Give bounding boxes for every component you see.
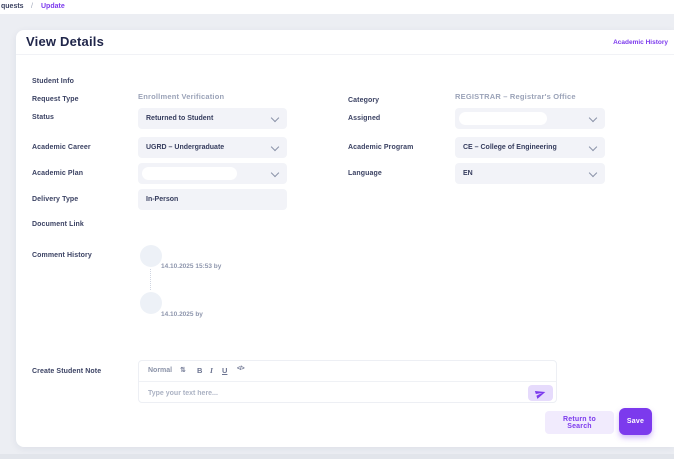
label-assigned: Assigned — [348, 115, 380, 122]
breadcrumb-separator: / — [31, 3, 33, 10]
language-select[interactable]: EN — [455, 163, 605, 184]
delivery-type-value: In-Person — [146, 189, 178, 210]
chevron-down-icon — [589, 169, 597, 177]
label-academic-program: Academic Program — [348, 144, 413, 151]
language-value: EN — [463, 163, 473, 184]
label-academic-career: Academic Career — [32, 144, 91, 151]
label-request-type: Request Type — [32, 96, 79, 103]
comment-timestamp: 14.10.2025 15:53 by — [161, 263, 221, 270]
view-details-card: View Details Academic History Student In… — [16, 30, 674, 447]
italic-button[interactable]: I — [210, 366, 213, 375]
breadcrumb: quests / Update — [0, 0, 674, 14]
save-button[interactable]: Save — [619, 408, 652, 435]
underline-button[interactable]: U — [222, 366, 227, 375]
header-divider — [16, 54, 674, 55]
label-comment-history: Comment History — [32, 252, 92, 259]
page-title: View Details — [26, 34, 104, 49]
avatar — [140, 292, 162, 314]
label-category: Category — [348, 97, 379, 104]
redacted-value — [459, 112, 547, 125]
academic-history-link[interactable]: Academic History — [613, 39, 668, 46]
label-language: Language — [348, 170, 382, 177]
label-create-student-note: Create Student Note — [32, 368, 101, 375]
breadcrumb-trail[interactable]: quests — [1, 3, 24, 10]
chevron-down-icon — [271, 114, 279, 122]
label-delivery-type: Delivery Type — [32, 196, 78, 203]
avatar — [140, 245, 162, 267]
academic-program-value: CE – College of Engineering — [463, 137, 557, 158]
assigned-select[interactable] — [455, 108, 605, 129]
request-type-value: Enrollment Verification — [138, 92, 224, 101]
paper-plane-icon — [534, 386, 548, 400]
editor-toolbar: Normal ⇅ B I U </> — [139, 361, 556, 382]
note-editor: Normal ⇅ B I U </> — [138, 360, 557, 403]
bold-button[interactable]: B — [197, 366, 202, 375]
code-button[interactable]: </> — [237, 366, 244, 372]
chevron-down-icon — [271, 143, 279, 151]
bottom-strip — [0, 454, 674, 459]
category-value: REGISTRAR – Registrar's Office — [455, 92, 576, 101]
chevron-down-icon — [271, 169, 279, 177]
academic-career-value: UGRD – Undergraduate — [146, 137, 224, 158]
label-document-link: Document Link — [32, 221, 84, 228]
comment-timestamp: 14.10.2025 by — [161, 311, 203, 318]
chevron-down-icon — [589, 143, 597, 151]
label-status: Status — [32, 114, 54, 121]
delivery-type-field[interactable]: In-Person — [138, 189, 287, 210]
redacted-value — [142, 167, 237, 180]
return-to-search-button[interactable]: Return to Search — [545, 411, 614, 434]
note-input[interactable] — [141, 384, 520, 403]
academic-career-select[interactable]: UGRD – Undergraduate — [138, 137, 287, 158]
label-student-info: Student Info — [32, 78, 74, 85]
breadcrumb-current-update[interactable]: Update — [41, 3, 65, 10]
send-button[interactable] — [528, 385, 553, 401]
page: quests / Update View Details Academic Hi… — [0, 0, 674, 459]
timeline-connector — [150, 269, 151, 290]
label-academic-plan: Academic Plan — [32, 170, 83, 177]
text-size-icon[interactable]: ⇅ — [180, 366, 186, 374]
status-value: Returned to Student — [146, 108, 213, 129]
chevron-down-icon — [589, 114, 597, 122]
status-select[interactable]: Returned to Student — [138, 108, 287, 129]
format-selector[interactable]: Normal — [148, 367, 172, 374]
academic-plan-select[interactable] — [138, 163, 287, 184]
academic-program-select[interactable]: CE – College of Engineering — [455, 137, 605, 158]
